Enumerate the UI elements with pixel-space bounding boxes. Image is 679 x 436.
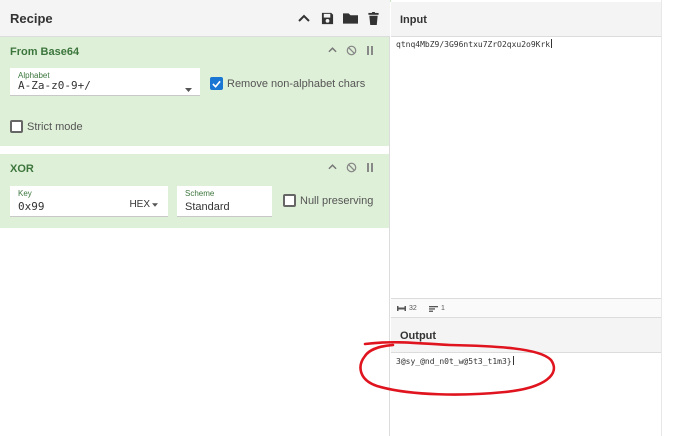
char-count-value: 32 (409, 305, 417, 312)
checkbox-empty-icon (10, 120, 23, 133)
text-cursor (512, 356, 514, 365)
alphabet-value: A-Za-z0-9+/ (18, 79, 91, 92)
output-header: Output (391, 318, 661, 353)
key-format-dropdown[interactable]: HEX (129, 199, 158, 210)
pause-icon[interactable] (363, 160, 377, 174)
lines-icon (429, 305, 438, 312)
io-panel: Input qtnq4MbZ9/3G96ntxu7ZrO2qxu2o9Krk 3… (391, 0, 661, 436)
caret-down-icon (152, 202, 158, 207)
caret-down-icon (185, 79, 192, 97)
operation-from-base64: From Base64 Alphabet A-Za-z0-9+/ Remove … (0, 37, 389, 146)
save-icon[interactable] (318, 9, 336, 27)
null-preserving-label: Null preserving (300, 194, 374, 207)
line-count-value: 1 (441, 305, 445, 312)
scheme-select[interactable]: Scheme Standard (177, 186, 272, 217)
operation-title: From Base64 (10, 46, 80, 58)
checkbox-empty-icon (283, 194, 296, 207)
scheme-value: Standard (185, 201, 230, 213)
output-title: Output (400, 330, 437, 342)
char-count: 32 (397, 305, 417, 312)
key-value: 0x99 (18, 200, 45, 213)
disable-icon[interactable] (344, 160, 358, 174)
input-statusbar: 32 1 (391, 298, 661, 318)
recipe-title: Recipe (10, 11, 53, 26)
null-preserving-checkbox[interactable]: Null preserving (283, 194, 373, 207)
pause-icon[interactable] (363, 43, 377, 57)
page-scrollbar[interactable] (661, 0, 679, 436)
strict-mode-label: Strict mode (27, 120, 83, 133)
key-format-value: HEX (129, 199, 150, 210)
key-label: Key (18, 189, 32, 198)
line-count: 1 (429, 305, 445, 312)
chevron-up-icon[interactable] (325, 43, 339, 57)
alphabet-select[interactable]: Alphabet A-Za-z0-9+/ (10, 68, 200, 96)
trash-icon[interactable] (364, 9, 382, 27)
input-text: qtnq4MbZ9/3G96ntxu7ZrO2qxu2o9Krk (396, 40, 551, 49)
input-header: Input (391, 2, 661, 37)
chevron-up-icon[interactable] (295, 9, 313, 27)
output-text: 3@sy_@nd_n0t_w@5t3_t1m3} (396, 357, 512, 366)
input-title: Input (400, 14, 427, 26)
folder-icon[interactable] (341, 9, 359, 27)
length-icon (397, 306, 406, 311)
remove-nonalpha-checkbox[interactable]: Remove non-alphabet chars (210, 77, 365, 90)
output-textarea[interactable]: 3@sy_@nd_n0t_w@5t3_t1m3} (396, 356, 514, 366)
scheme-label: Scheme (185, 189, 215, 198)
key-input[interactable]: Key 0x99 HEX (10, 186, 168, 217)
operation-title: XOR (10, 163, 34, 175)
disable-icon[interactable] (344, 43, 358, 57)
input-textarea[interactable]: qtnq4MbZ9/3G96ntxu7ZrO2qxu2o9Krk (396, 39, 553, 49)
chevron-up-icon[interactable] (325, 160, 339, 174)
remove-nonalpha-label: Remove non-alphabet chars (227, 77, 366, 90)
operation-xor: XOR Key 0x99 HEX Scheme Standard Null pr… (0, 154, 389, 228)
strict-mode-checkbox[interactable]: Strict mode (10, 120, 83, 133)
text-cursor (551, 39, 553, 48)
recipe-header: Recipe (0, 0, 390, 37)
recipe-panel: Recipe From Base64 Alphabet A-Za-z0-9+/ (0, 0, 390, 436)
checkmark-icon (210, 77, 223, 90)
